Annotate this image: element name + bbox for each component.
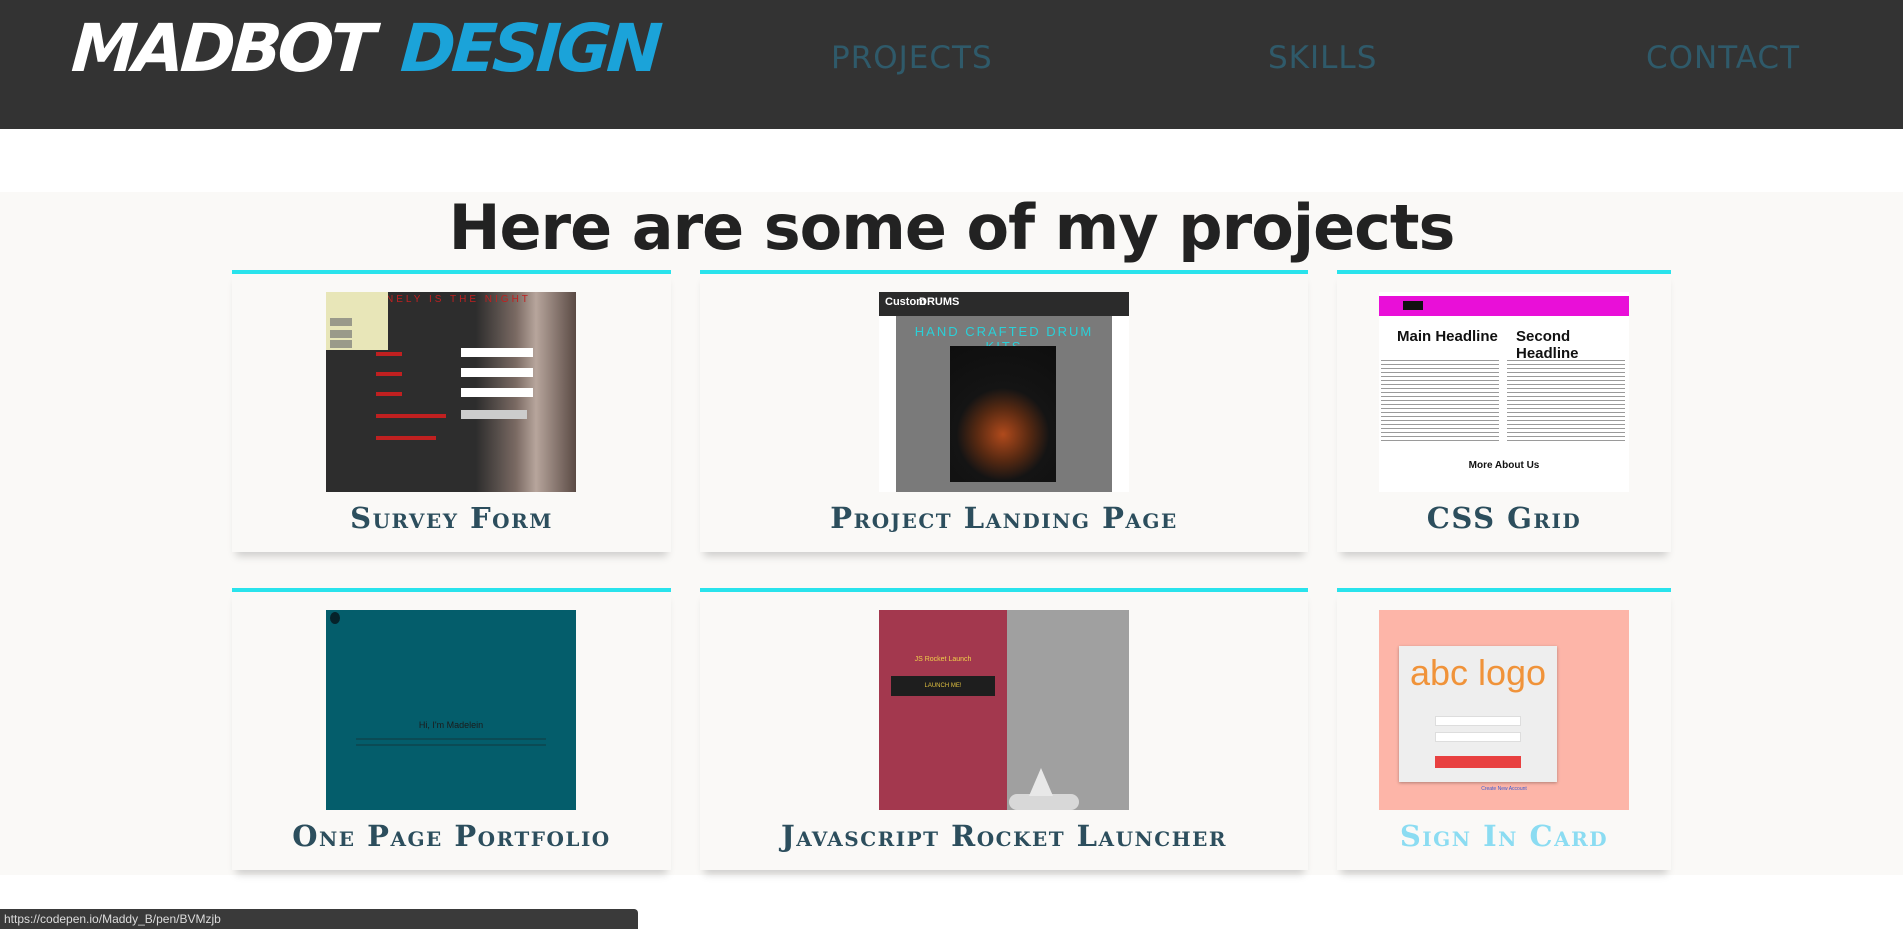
browser-status-url: https://codepen.io/Maddy_B/pen/BVMzjb [0, 909, 638, 929]
nav-link-skills[interactable]: SKILLS [1268, 40, 1377, 76]
nav-link-contact[interactable]: CONTACT [1646, 40, 1800, 76]
logo-text-madbot: MADBOT [69, 9, 374, 87]
card-label[interactable]: Project Landing Page [700, 500, 1308, 536]
project-thumbnail[interactable]: Hi, I'm Madelein [326, 610, 576, 810]
section-title: Here are some of my projects [448, 191, 1456, 264]
project-thumbnail[interactable]: Main Headline Second Headline More About… [1379, 292, 1629, 492]
project-card-sign-in[interactable]: abc logo Create New Account Sign In Card [1337, 588, 1671, 870]
project-thumbnail[interactable]: NELY IS THE NIGHT [326, 292, 576, 492]
card-accent-line [700, 270, 1308, 274]
logo-text-design: DESIGN [398, 9, 662, 87]
card-label[interactable]: Survey Form [232, 500, 671, 536]
drum-photo [950, 346, 1056, 482]
card-label[interactable]: Sign In Card [1337, 818, 1671, 854]
card-accent-line [232, 588, 671, 592]
project-card-portfolio[interactable]: Hi, I'm Madelein One Page Portfolio [232, 588, 671, 870]
card-label[interactable]: Javascript Rocket Launcher [700, 818, 1308, 854]
project-thumbnail[interactable]: CustomDRUMS HAND CRAFTED DRUM KITS [879, 292, 1129, 492]
card-label[interactable]: One Page Portfolio [232, 818, 671, 854]
card-label[interactable]: CSS Grid [1337, 500, 1671, 536]
site-logo[interactable]: MADBOT DESIGN [69, 8, 662, 88]
card-accent-line [1337, 270, 1671, 274]
project-card-css-grid[interactable]: Main Headline Second Headline More About… [1337, 270, 1671, 552]
card-accent-line [232, 270, 671, 274]
project-card-landing-page[interactable]: CustomDRUMS HAND CRAFTED DRUM KITS Proje… [700, 270, 1308, 552]
navbar: MADBOT DESIGN PROJECTS SKILLS CONTACT [0, 0, 1903, 129]
nav-link-projects[interactable]: PROJECTS [831, 40, 993, 76]
card-accent-line [1337, 588, 1671, 592]
project-card-rocket-launcher[interactable]: JS Rocket Launch LAUNCH ME! Javascript R… [700, 588, 1308, 870]
project-thumbnail[interactable]: JS Rocket Launch LAUNCH ME! [879, 610, 1129, 810]
rocket-icon [1029, 768, 1053, 796]
card-accent-line [700, 588, 1308, 592]
thumb-title: NELY IS THE NIGHT [386, 294, 531, 305]
projects-section: Here are some of my projects NELY IS THE… [0, 192, 1903, 875]
project-card-survey-form[interactable]: NELY IS THE NIGHT Survey Form [232, 270, 671, 552]
project-thumbnail[interactable]: abc logo Create New Account [1379, 610, 1629, 810]
